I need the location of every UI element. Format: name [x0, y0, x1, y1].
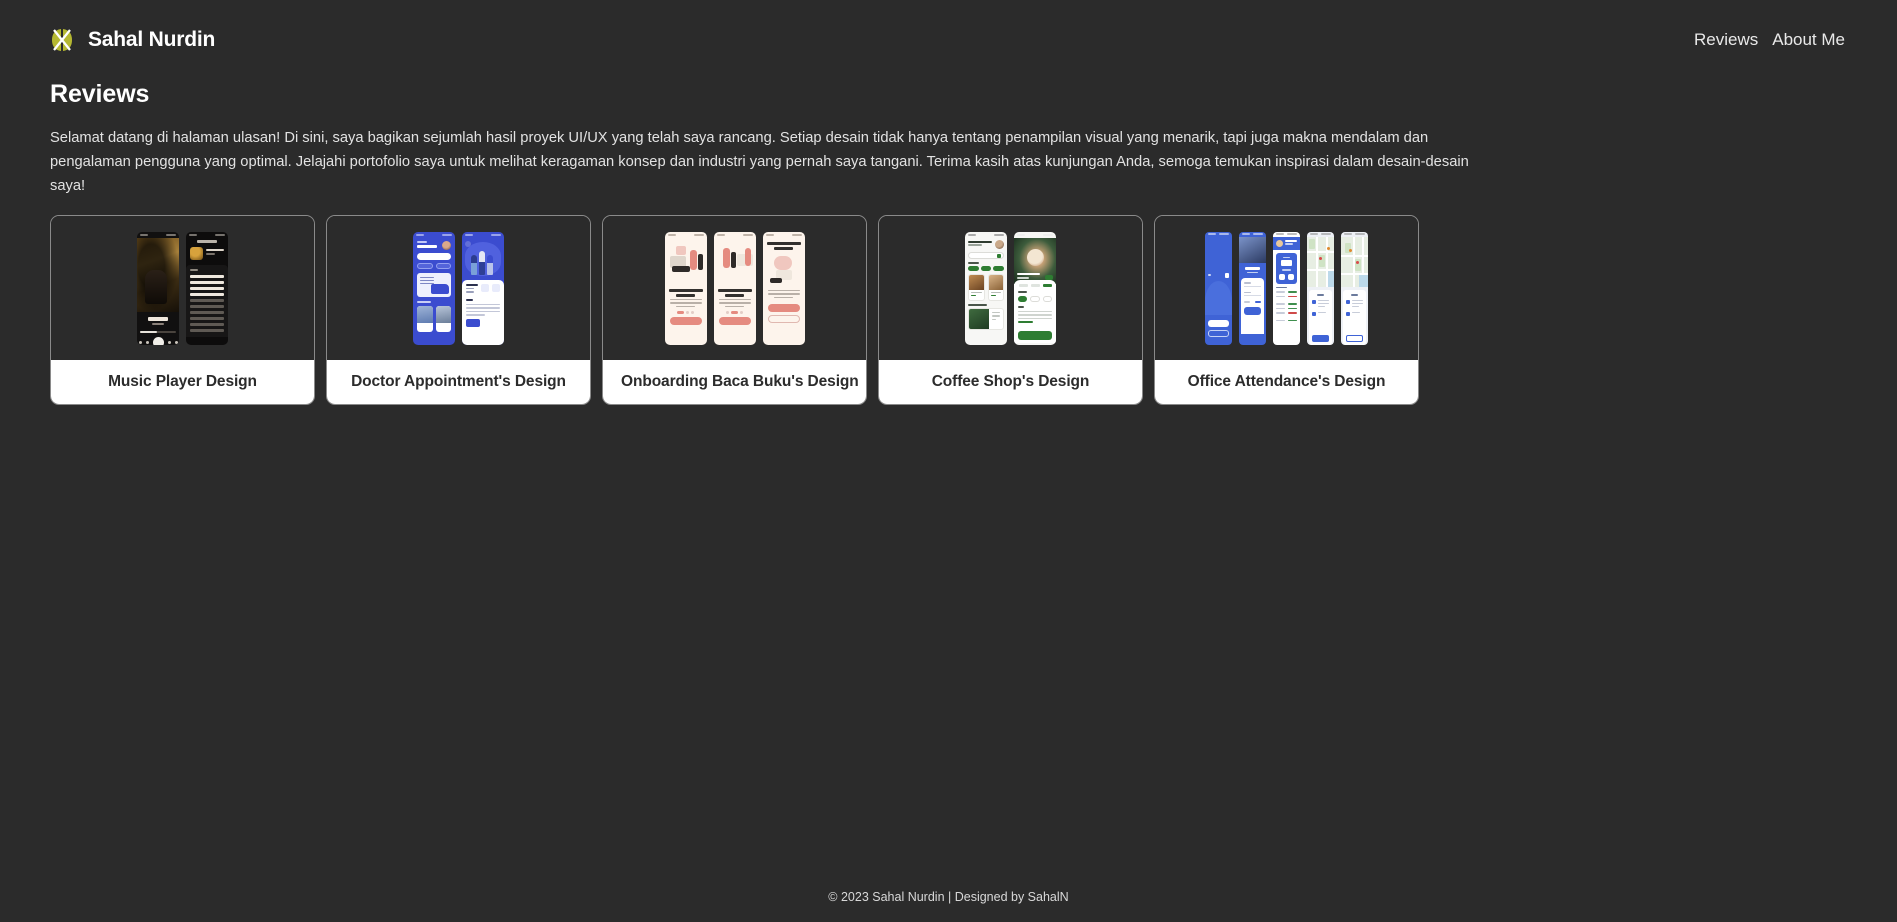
phone-mockup [462, 231, 504, 345]
project-thumbnail-doctor-appointment [327, 216, 590, 360]
phone-mockup [413, 231, 455, 345]
phone-mockup [965, 231, 1007, 345]
phone-mockup [762, 231, 805, 345]
phone-mockup [713, 231, 756, 345]
phone-mockup [1341, 231, 1368, 345]
phone-mockup [186, 231, 228, 345]
project-thumbnail-music-player [51, 216, 314, 360]
page-title: Reviews [50, 80, 150, 108]
phone-mockup [1014, 231, 1056, 345]
phone-mockup [1273, 231, 1300, 345]
intro-paragraph: Selamat datang di halaman ulasan! Di sin… [50, 130, 1469, 194]
project-card[interactable]: Office Attendance's Design [1154, 215, 1419, 405]
project-card[interactable]: Onboarding Baca Buku's Design [602, 215, 867, 405]
phone-mockup [137, 231, 179, 345]
site-header: Sahal Nurdin Reviews About Me [0, 0, 1897, 80]
project-thumbnail-onboarding-baca-buku [603, 216, 866, 360]
phone-mockup [1239, 231, 1266, 345]
project-card-label: Office Attendance's Design [1155, 360, 1418, 404]
phone-mockup [664, 231, 707, 345]
main-nav: Reviews About Me [1694, 30, 1845, 50]
project-card[interactable]: Music Player Design [50, 215, 315, 405]
brand[interactable]: Sahal Nurdin [50, 27, 215, 53]
project-card-row: Music Player Design Doctor Appointment's… [50, 215, 1847, 405]
project-card-label: Doctor Appointment's Design [327, 360, 590, 404]
phone-mockup [1307, 231, 1334, 345]
project-card[interactable]: Coffee Shop's Design [878, 215, 1143, 405]
project-card-label: Music Player Design [51, 360, 314, 404]
brand-name: Sahal Nurdin [88, 28, 216, 51]
butterfly-x-logo-icon [50, 27, 74, 53]
phone-mockup [1205, 231, 1232, 345]
project-card-label: Coffee Shop's Design [879, 360, 1142, 404]
nav-link-reviews[interactable]: Reviews [1694, 30, 1758, 50]
nav-link-about-me[interactable]: About Me [1772, 30, 1845, 50]
project-card-label: Onboarding Baca Buku's Design [603, 360, 866, 404]
main-content: Reviews Selamat datang di halaman ulasan… [0, 80, 1897, 890]
project-thumbnail-office-attendance [1155, 216, 1418, 360]
copyright-text: © 2023 Sahal Nurdin | Designed by SahalN [828, 890, 1069, 904]
site-footer: © 2023 Sahal Nurdin | Designed by SahalN [0, 890, 1897, 922]
portfolio-reviews-page: Sahal Nurdin Reviews About Me Reviews Se… [0, 0, 1897, 922]
project-thumbnail-coffee-shop [879, 216, 1142, 360]
project-card[interactable]: Doctor Appointment's Design [326, 215, 591, 405]
